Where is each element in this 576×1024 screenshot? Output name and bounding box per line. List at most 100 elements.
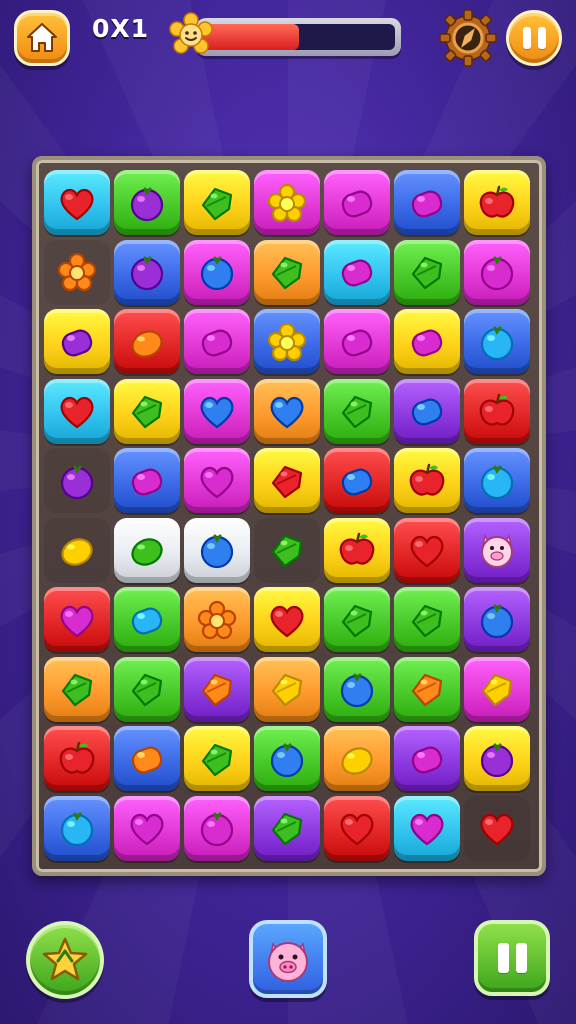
tile-r10-c3[interactable] (184, 795, 250, 861)
tile-r1-c2[interactable] (114, 170, 180, 235)
tile-r10-c7[interactable] (464, 795, 530, 861)
tile-r1-c1[interactable] (44, 170, 110, 235)
tile-r4-c2[interactable] (114, 378, 180, 444)
tile-r9-c5[interactable] (324, 726, 390, 791)
tile-r2-c3[interactable] (184, 239, 250, 305)
flower-icon (169, 12, 213, 54)
tile-r2-c7[interactable] (464, 239, 530, 305)
tile-r8-c3[interactable] (184, 656, 250, 722)
tile-r8-c4[interactable] (254, 656, 320, 722)
pig-booster-button[interactable] (249, 920, 327, 998)
berry-icon (265, 737, 309, 781)
gear-icon[interactable] (438, 8, 498, 68)
berry-icon (195, 528, 239, 572)
tile-r8-c7[interactable] (464, 656, 530, 722)
apple-icon (335, 528, 379, 572)
pause-bottom-button[interactable] (474, 920, 550, 996)
tile-r2-c2[interactable] (114, 239, 180, 305)
home-button[interactable] (14, 10, 70, 66)
heart-icon (265, 389, 309, 433)
tile-r6-c6[interactable] (394, 517, 460, 583)
leaf-icon (405, 667, 449, 711)
tile-r3-c1[interactable] (44, 309, 110, 374)
tile-r7-c5[interactable] (324, 587, 390, 652)
heart-icon (405, 528, 449, 572)
tile-r6-c3[interactable] (184, 517, 250, 583)
tile-r3-c2[interactable] (114, 309, 180, 374)
tile-r10-c4[interactable] (254, 795, 320, 861)
tile-r6-c5[interactable] (324, 517, 390, 583)
heart-icon (475, 806, 519, 850)
tile-r7-c3[interactable] (184, 587, 250, 652)
tile-r9-c1[interactable] (44, 726, 110, 791)
tile-r4-c7[interactable] (464, 378, 530, 444)
tile-r5-c5[interactable] (324, 448, 390, 513)
star-booster-button[interactable] (26, 921, 104, 999)
tile-r3-c3[interactable] (184, 309, 250, 374)
tile-r6-c7[interactable] (464, 517, 530, 583)
tile-r8-c2[interactable] (114, 656, 180, 722)
flower-icon (55, 250, 99, 294)
candy-icon (405, 181, 449, 225)
score-text: 0X1 (92, 14, 150, 43)
tile-r6-c4[interactable] (254, 517, 320, 583)
tile-r1-c3[interactable] (184, 170, 250, 235)
tile-r4-c1[interactable] (44, 378, 110, 444)
tile-r5-c4[interactable] (254, 448, 320, 513)
flower-icon (265, 181, 309, 225)
berry-icon (195, 250, 239, 294)
tile-grid (44, 170, 534, 864)
tile-r3-c6[interactable] (394, 309, 460, 374)
tile-r7-c4[interactable] (254, 587, 320, 652)
tile-r3-c5[interactable] (324, 309, 390, 374)
heart-icon (405, 806, 449, 850)
candy-icon (335, 320, 379, 364)
pause-button[interactable] (506, 10, 562, 66)
berry-icon (475, 737, 519, 781)
tile-r7-c1[interactable] (44, 587, 110, 652)
tile-r8-c6[interactable] (394, 656, 460, 722)
tile-r2-c6[interactable] (394, 239, 460, 305)
tile-r10-c2[interactable] (114, 795, 180, 861)
tile-r5-c3[interactable] (184, 448, 250, 513)
tile-r7-c2[interactable] (114, 587, 180, 652)
tile-r5-c2[interactable] (114, 448, 180, 513)
tile-r7-c7[interactable] (464, 587, 530, 652)
tile-r6-c1[interactable] (44, 517, 110, 583)
tile-r9-c4[interactable] (254, 726, 320, 791)
tile-r9-c7[interactable] (464, 726, 530, 791)
lemon-icon (55, 528, 99, 572)
berry-icon (475, 598, 519, 642)
tile-r1-c5[interactable] (324, 170, 390, 235)
leaf-icon (405, 598, 449, 642)
tile-r5-c1[interactable] (44, 448, 110, 513)
tile-r8-c1[interactable] (44, 656, 110, 722)
tile-r9-c2[interactable] (114, 726, 180, 791)
tile-r8-c5[interactable] (324, 656, 390, 722)
tile-r4-c6[interactable] (394, 378, 460, 444)
tile-r4-c4[interactable] (254, 378, 320, 444)
tile-r2-c5[interactable] (324, 239, 390, 305)
tile-r3-c4[interactable] (254, 309, 320, 374)
tile-r10-c5[interactable] (324, 795, 390, 861)
tile-r1-c6[interactable] (394, 170, 460, 235)
tile-r5-c6[interactable] (394, 448, 460, 513)
candy-icon (125, 737, 169, 781)
tile-r1-c4[interactable] (254, 170, 320, 235)
tile-r10-c6[interactable] (394, 795, 460, 861)
tile-r4-c5[interactable] (324, 378, 390, 444)
leaf-icon (335, 389, 379, 433)
tile-r2-c4[interactable] (254, 239, 320, 305)
leaf-icon (335, 598, 379, 642)
tile-r4-c3[interactable] (184, 378, 250, 444)
tile-r10-c1[interactable] (44, 795, 110, 861)
tile-r5-c7[interactable] (464, 448, 530, 513)
leaf-icon (125, 389, 169, 433)
tile-r9-c6[interactable] (394, 726, 460, 791)
tile-r3-c7[interactable] (464, 309, 530, 374)
tile-r7-c6[interactable] (394, 587, 460, 652)
tile-r6-c2[interactable] (114, 517, 180, 583)
tile-r9-c3[interactable] (184, 726, 250, 791)
tile-r2-c1[interactable] (44, 239, 110, 305)
tile-r1-c7[interactable] (464, 170, 530, 235)
